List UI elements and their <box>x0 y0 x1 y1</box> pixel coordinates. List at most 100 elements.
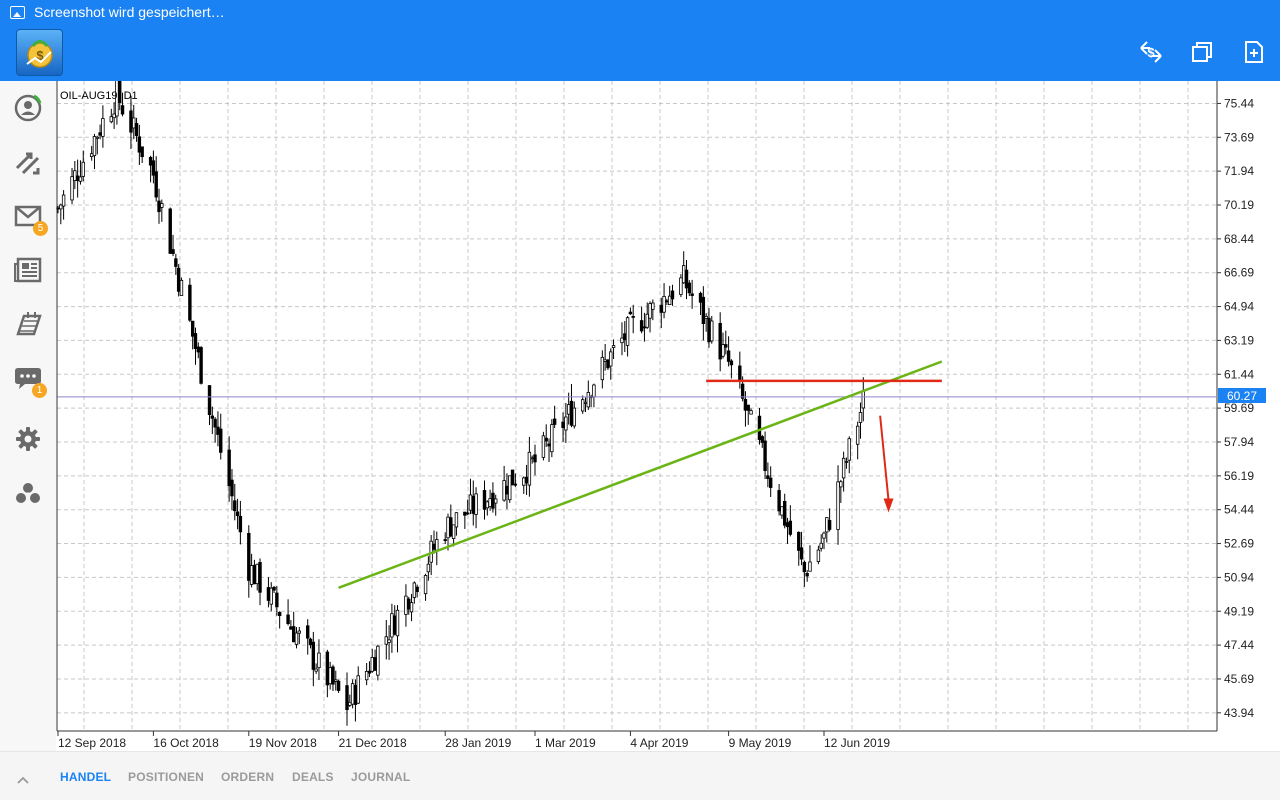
candle-body <box>580 399 585 412</box>
candle-body <box>207 385 212 415</box>
candle-body <box>701 296 706 324</box>
metatrader-logo-icon[interactable]: $ <box>16 29 63 76</box>
tab-positionen[interactable]: POSITIONEN <box>128 770 204 784</box>
candle-body <box>825 517 829 533</box>
candle-body <box>101 118 105 137</box>
new-document-icon[interactable] <box>1240 38 1268 66</box>
candle-body <box>583 401 588 404</box>
candle-body <box>308 638 313 646</box>
sidebar: 5 1 <box>0 81 56 751</box>
candle-body <box>81 161 85 177</box>
currency-exchange-icon[interactable]: $ <box>1137 38 1165 66</box>
candle-body <box>258 562 262 593</box>
candle-body <box>92 136 97 157</box>
candle-body <box>746 404 750 411</box>
price-tick-label: 66.69 <box>1224 266 1254 280</box>
candle-body <box>623 333 627 341</box>
candle-body <box>544 437 548 442</box>
candle-body <box>137 136 142 153</box>
candle-body <box>704 315 708 320</box>
economic-calendar-icon[interactable] <box>11 307 45 341</box>
candle-body <box>665 300 669 303</box>
candle-body <box>785 522 790 528</box>
candle-body <box>687 282 692 294</box>
tab-deals[interactable]: DEALS <box>292 770 334 784</box>
candle-body <box>763 440 767 471</box>
candle-body <box>336 680 341 691</box>
candle-body <box>816 549 821 562</box>
candle-body <box>384 636 388 645</box>
date-tick-label: 1 Mar 2019 <box>535 736 596 750</box>
candle-body <box>216 426 220 435</box>
candle-body <box>552 418 557 425</box>
date-tick-label: 9 May 2019 <box>729 736 792 750</box>
price-chart[interactable]: 75.44 73.69 71.94 70.19 68.44 66.69 64.94 63.19… <box>56 81 1280 751</box>
tab-journal[interactable]: JOURNAL <box>351 770 410 784</box>
candle-body <box>275 592 279 608</box>
chat-icon[interactable]: 1 <box>11 361 47 398</box>
candle-body <box>592 384 596 398</box>
community-icon[interactable] <box>11 477 45 511</box>
date-tick-label: 12 Jun 2019 <box>824 736 890 750</box>
candle-body <box>199 347 203 384</box>
candle-body <box>331 666 335 685</box>
candle-body <box>740 383 745 399</box>
tab-ordern[interactable]: ORDERN <box>221 770 274 784</box>
price-tick-label: 63.19 <box>1224 333 1254 347</box>
candle-body <box>98 132 102 136</box>
candle-body <box>412 582 417 598</box>
candle-body <box>132 117 136 129</box>
account-icon[interactable] <box>11 91 45 125</box>
candle-body <box>743 398 748 411</box>
candle-body <box>502 480 506 501</box>
candle-body <box>783 501 787 526</box>
trade-icon[interactable] <box>11 145 45 179</box>
candle-body <box>721 344 725 357</box>
candle-body <box>393 615 397 635</box>
candle-body <box>235 511 240 517</box>
candle-body <box>426 563 431 573</box>
chart-canvas[interactable]: 75.44 73.69 71.94 70.19 68.44 66.69 64.94 63.19… <box>56 81 1280 751</box>
candle-body <box>488 498 492 507</box>
candle-body <box>148 156 153 166</box>
news-icon[interactable] <box>11 253 45 287</box>
windows-icon[interactable] <box>1188 38 1216 66</box>
candle-body <box>564 416 568 431</box>
candle-body <box>249 565 254 585</box>
candle-body <box>134 123 139 136</box>
candle-body <box>432 543 436 550</box>
candle-body <box>805 573 809 577</box>
price-tick-label: 59.69 <box>1224 401 1254 415</box>
chevron-up-icon[interactable] <box>16 772 30 784</box>
candle-body <box>356 675 360 704</box>
price-tick-label: 68.44 <box>1224 232 1254 246</box>
candle-body <box>311 641 316 670</box>
price-tick-label: 56.19 <box>1224 469 1254 483</box>
candle-body <box>387 639 391 643</box>
candle-body <box>738 365 742 382</box>
candle-body <box>443 539 447 542</box>
candle-body <box>120 105 125 115</box>
candle-body <box>718 322 722 360</box>
settings-icon[interactable] <box>11 422 45 456</box>
date-tick-label: 28 Jan 2019 <box>445 736 511 750</box>
candle-body <box>306 625 310 639</box>
price-tick-label: 71.94 <box>1224 164 1254 178</box>
candle-body <box>252 564 257 585</box>
tab-handel[interactable]: HANDEL <box>60 770 111 784</box>
candle-body <box>611 345 616 348</box>
price-tick-label: 70.19 <box>1224 198 1254 212</box>
candle-body <box>255 563 259 585</box>
bottom-tab-bar: HANDEL POSITIONEN ORDERN DEALS JOURNAL <box>0 751 1280 800</box>
candle-body <box>353 684 358 705</box>
candle-body <box>726 350 731 362</box>
mail-icon[interactable]: 5 <box>11 199 48 236</box>
candle-body <box>95 136 99 139</box>
price-tick-label: 61.44 <box>1224 367 1254 381</box>
candle-body <box>808 561 812 572</box>
candle-body <box>404 595 408 615</box>
candle-body <box>841 457 846 479</box>
candle-body <box>160 203 164 208</box>
time-axis: 12 Sep 2018 16 Oct 2018 19 Nov 2018 21 Dec … <box>57 731 890 750</box>
candle-body <box>628 311 633 315</box>
